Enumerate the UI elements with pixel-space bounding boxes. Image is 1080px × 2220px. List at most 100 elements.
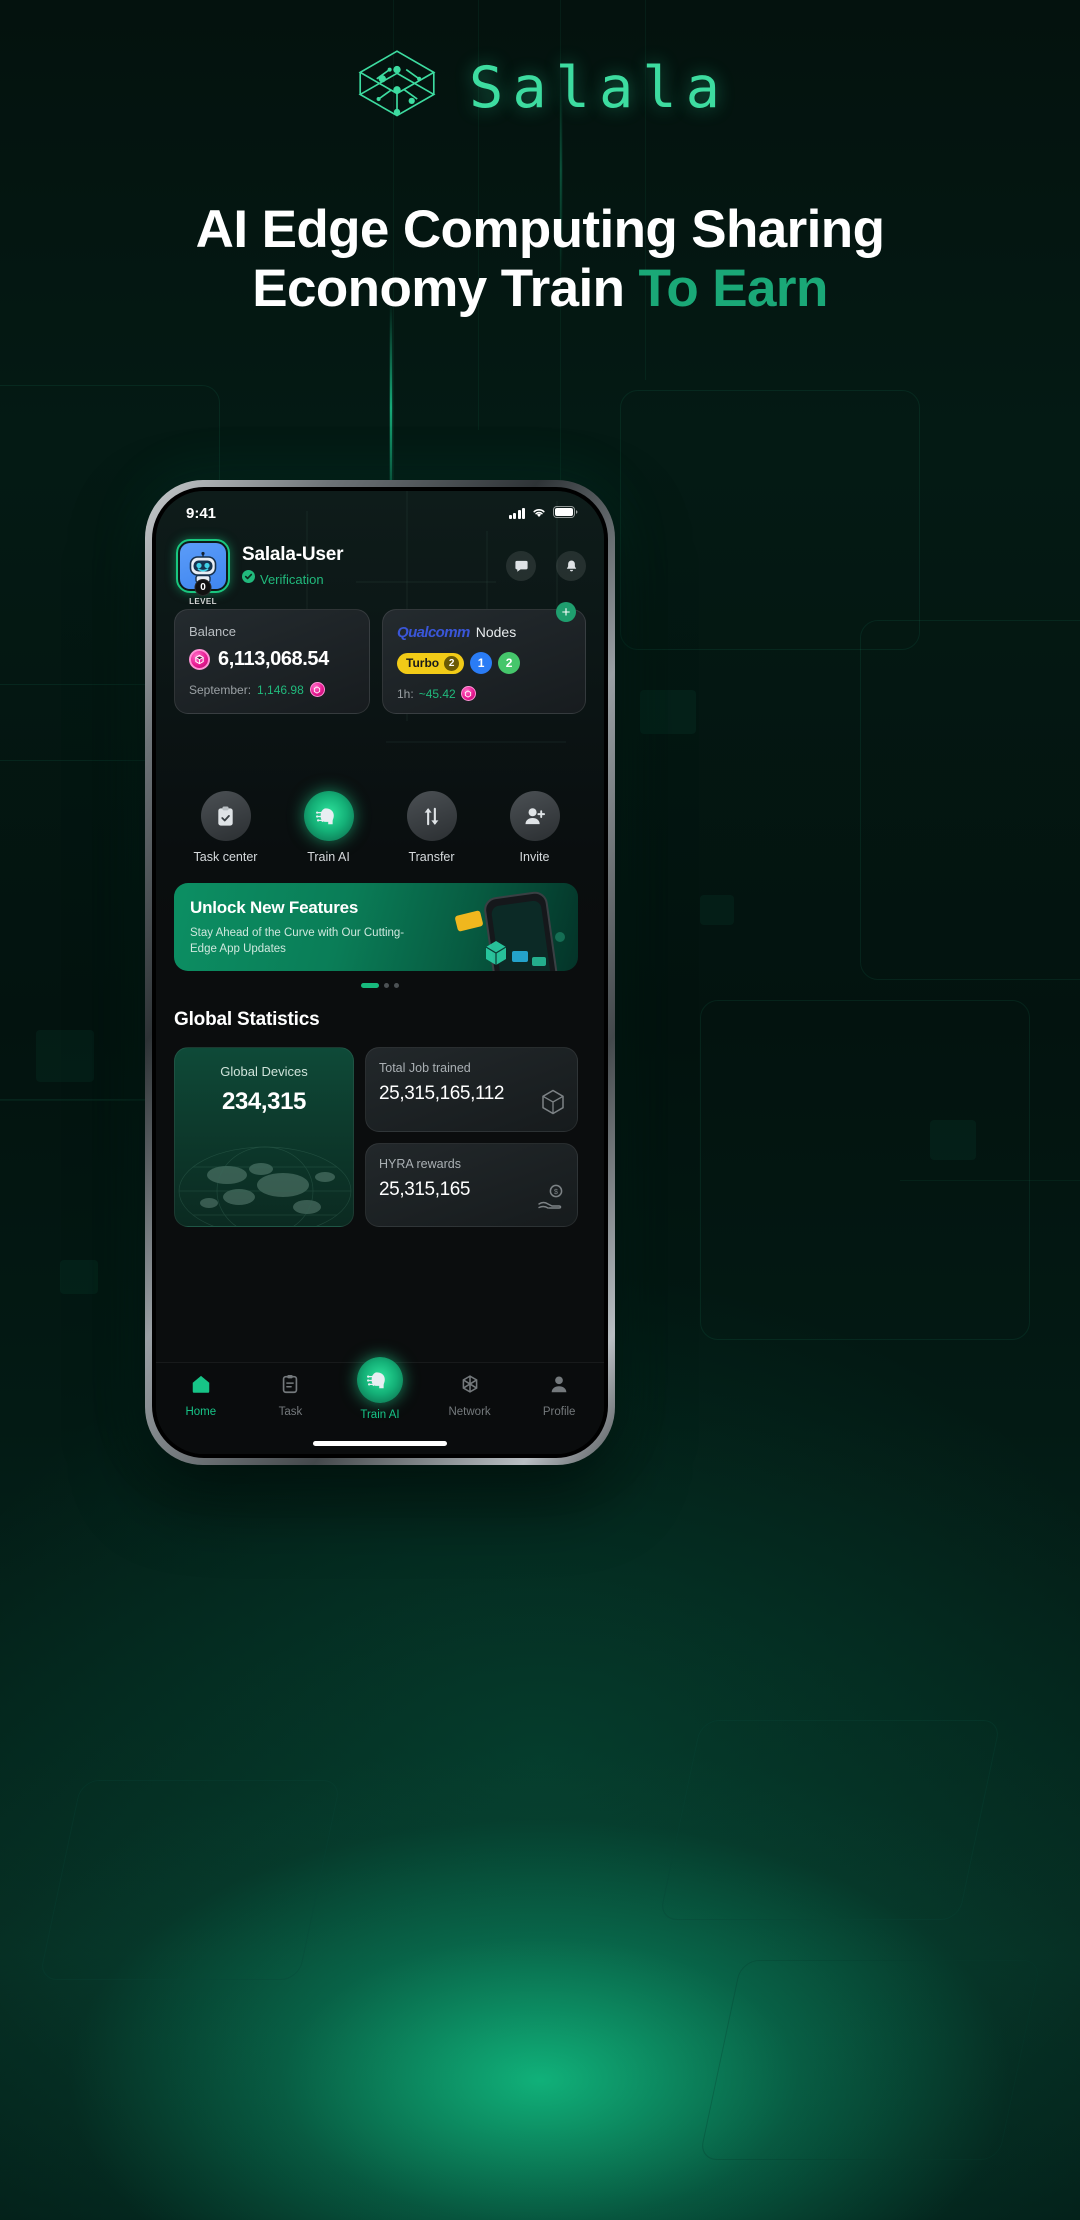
action-transfer[interactable]: Transfer: [380, 791, 483, 864]
status-badge: Verification: [242, 570, 486, 588]
transfer-arrows-icon: [406, 791, 457, 841]
phone-bezel: 9:41 0 LEVEL Salala-User Verification Ba…: [152, 487, 608, 1458]
page-headline: AI Edge Computing Sharing Economy Train …: [0, 200, 1080, 319]
level-badge-label: LEVEL: [189, 597, 217, 606]
headline-line-2-white: Economy Train: [252, 259, 625, 319]
tab-label: Task: [278, 1406, 303, 1418]
bg-block: [640, 690, 696, 734]
action-label: Transfer: [408, 850, 455, 864]
bg-trace: [0, 1100, 150, 1101]
svg-text:$: $: [554, 1189, 558, 1196]
global-statistics: Global Devices 234,315 Total Job trained…: [174, 1047, 578, 1227]
nodes-card[interactable]: + Qualcomm Nodes Turbo 2 1 2 1h: ~45.42: [382, 602, 586, 714]
check-circle-icon: [242, 570, 255, 588]
bell-icon[interactable]: [556, 551, 586, 581]
hyra-token-icon: [460, 686, 476, 701]
pagination-dot[interactable]: [361, 983, 379, 988]
person-icon: [548, 1373, 570, 1400]
promo-banner[interactable]: Unlock New Features Stay Ahead of the Cu…: [174, 883, 578, 971]
status-bar: 9:41: [156, 491, 604, 535]
hand-coin-icon: $: [537, 1183, 567, 1216]
tab-label: Network: [448, 1406, 491, 1418]
balance-label: Balance: [189, 624, 236, 639]
summary-cards: Balance 6,113,068.54 September: 1,146.98: [156, 602, 604, 714]
tab-label: Profile: [542, 1406, 576, 1418]
ai-head-icon: [303, 791, 354, 841]
tab-train-ai[interactable]: Train AI: [335, 1357, 425, 1421]
pagination-dot[interactable]: [384, 983, 389, 988]
action-label: Invite: [519, 850, 550, 864]
avatar[interactable]: 0 LEVEL: [176, 539, 230, 606]
balance-card[interactable]: Balance 6,113,068.54 September: 1,146.98: [174, 609, 370, 714]
global-devices-value: 234,315: [222, 1088, 306, 1115]
nodes-sub-value: ~45.42: [418, 686, 456, 701]
bg-trace: [900, 1180, 1080, 1181]
tab-label: Home: [185, 1406, 217, 1418]
clipboard-icon: [279, 1373, 301, 1400]
hyra-rewards-card[interactable]: HYRA rewards 25,315,165 $: [365, 1142, 578, 1227]
balance-sub-label: September:: [189, 682, 252, 697]
section-title-global-statistics: Global Statistics: [174, 1009, 320, 1030]
app-header: 0 LEVEL Salala-User Verification: [156, 539, 604, 606]
brand-lockup: Salala: [0, 42, 1080, 134]
tab-profile[interactable]: Profile: [514, 1373, 604, 1418]
nodes-title-suffix: Nodes: [475, 624, 517, 640]
bg-block: [60, 1260, 98, 1294]
headline-line-2: Economy Train To Earn: [0, 259, 1080, 318]
status-time: 9:41: [186, 504, 217, 522]
clipboard-check-icon: [200, 791, 251, 841]
phone-mockup-icon: [434, 891, 578, 971]
action-label: Task center: [193, 850, 258, 864]
tab-network[interactable]: Network: [425, 1373, 515, 1418]
globe-map-icon: [175, 1141, 353, 1226]
brand-name: Salala: [469, 55, 729, 121]
node-pill-turbo[interactable]: Turbo 2: [397, 652, 465, 674]
bg-hex: [38, 1780, 342, 1980]
headline-line-1: AI Edge Computing Sharing: [195, 200, 885, 259]
home-indicator: [313, 1441, 447, 1446]
node-pill-turbo-label: Turbo: [406, 656, 440, 670]
balance-value: 6,113,068.54: [218, 648, 329, 670]
verification-label: Verification: [260, 571, 324, 587]
phone-screen: 9:41 0 LEVEL Salala-User Verification Ba…: [156, 491, 604, 1454]
node-pill-turbo-count: 2: [444, 655, 460, 671]
bg-box: [700, 1000, 1030, 1340]
qualcomm-brand-label: Qualcomm: [397, 624, 470, 641]
action-train-ai[interactable]: Train AI: [277, 791, 380, 864]
node-pill-green[interactable]: 2: [498, 652, 521, 674]
tab-home[interactable]: Home: [156, 1373, 246, 1418]
stat-value: 25,315,165,112: [379, 1083, 505, 1104]
battery-full-icon: [553, 505, 578, 522]
hyra-token-icon: [189, 649, 210, 670]
add-node-button[interactable]: +: [556, 602, 576, 622]
hyra-token-icon: [309, 682, 325, 697]
total-job-trained-card[interactable]: Total Job trained 25,315,165,112: [365, 1047, 578, 1132]
action-label: Train AI: [307, 850, 350, 864]
promo-page: Salala AI Edge Computing Sharing Economy…: [0, 0, 1080, 2220]
balance-sub-value: 1,146.98: [257, 682, 304, 697]
headline-line-2-accent: To Earn: [638, 259, 829, 319]
bg-box: [620, 390, 920, 650]
user-plus-icon: [509, 791, 560, 841]
message-icon[interactable]: [506, 551, 536, 581]
node-pill-blue[interactable]: 1: [470, 652, 493, 674]
nodes-sub-label: 1h:: [397, 686, 414, 701]
bg-hex: [698, 1960, 1042, 2160]
tab-task[interactable]: Task: [246, 1373, 336, 1418]
home-icon: [190, 1373, 212, 1400]
tab-label: Train AI: [360, 1409, 400, 1421]
phone-mockup: 9:41 0 LEVEL Salala-User Verification Ba…: [145, 480, 615, 1465]
ai-head-icon: [356, 1357, 403, 1403]
cellular-bars-icon: [508, 507, 525, 519]
action-invite[interactable]: Invite: [483, 791, 586, 864]
pagination-dot[interactable]: [394, 983, 399, 988]
cube-3d-icon: [539, 1088, 567, 1121]
bg-hex: [658, 1720, 1002, 1920]
global-devices-label: Global Devices: [220, 1064, 308, 1079]
banner-pagination[interactable]: [156, 983, 604, 988]
action-task-center[interactable]: Task center: [174, 791, 277, 864]
global-devices-card[interactable]: Global Devices 234,315: [174, 1047, 354, 1227]
stat-label: HYRA rewards: [379, 1156, 461, 1171]
network-atom-icon: [459, 1373, 481, 1400]
banner-subtitle: Stay Ahead of the Curve with Our Cutting…: [190, 927, 405, 956]
